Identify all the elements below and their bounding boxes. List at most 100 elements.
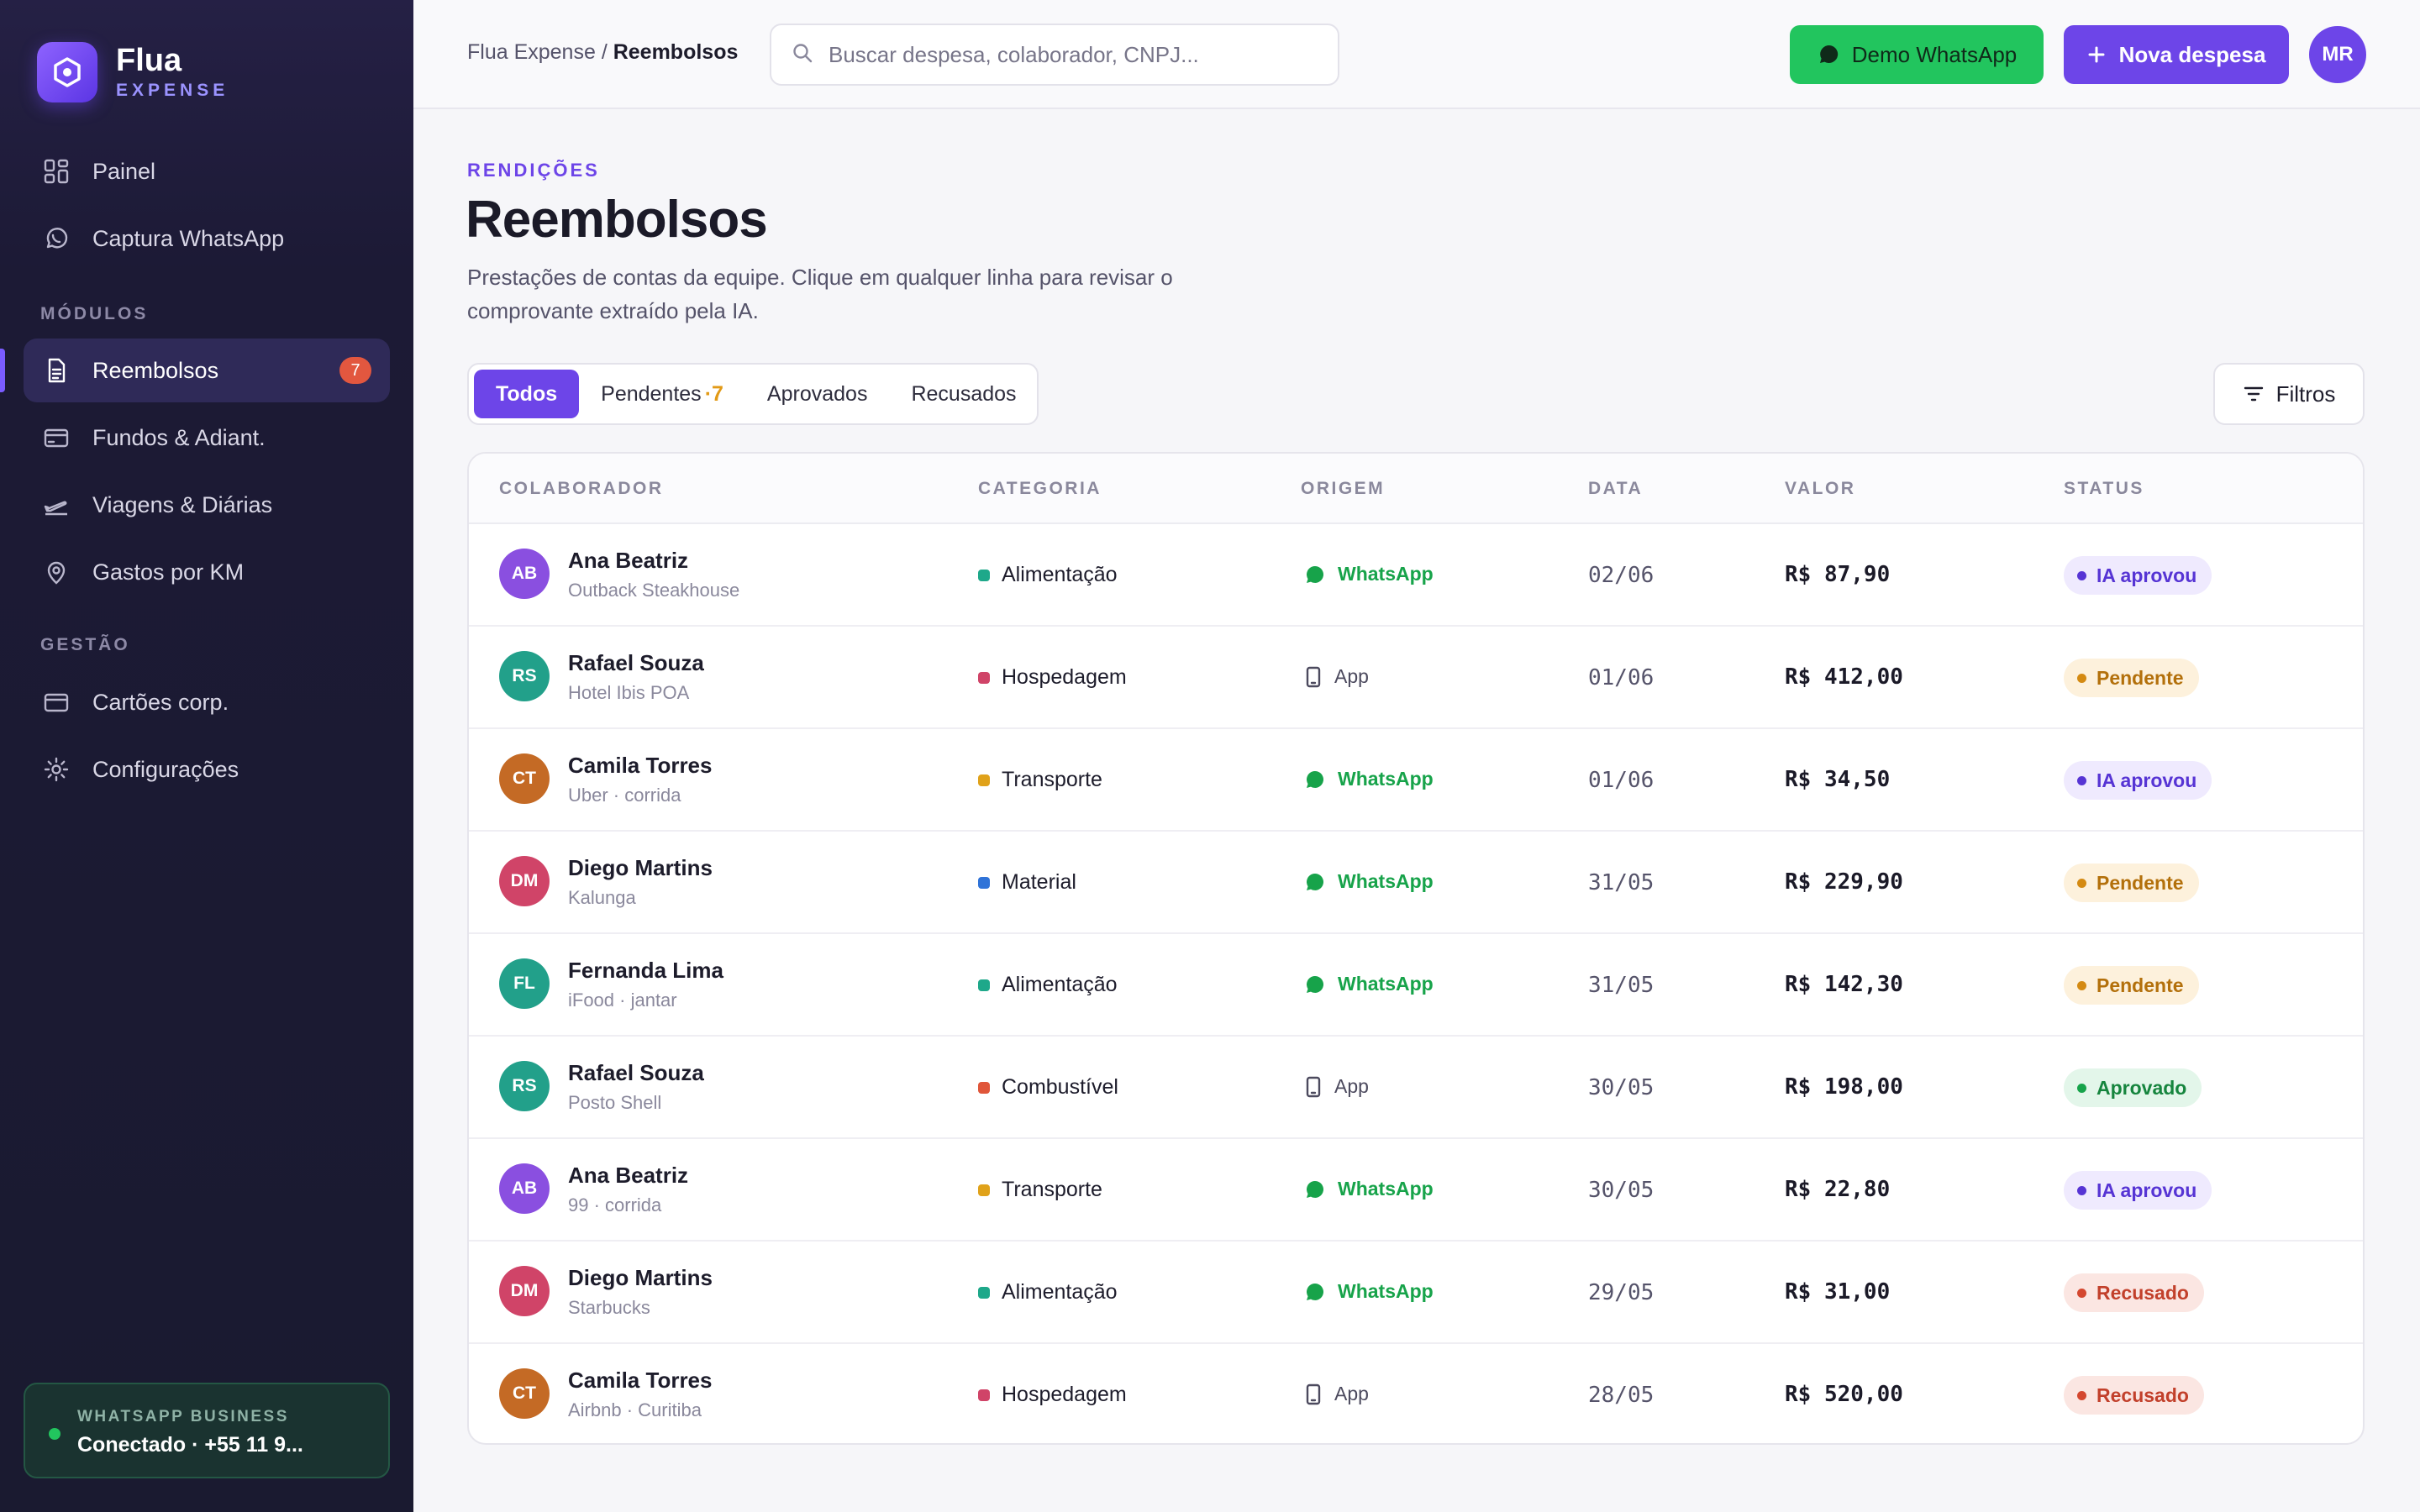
sidebar-item-reembolsos[interactable]: Reembolsos 7 [0,339,390,402]
whatsapp-icon [1304,769,1326,790]
user-avatar[interactable]: MR [2309,26,2366,83]
expense-value: R$ 229,90 [1785,869,1903,895]
demo-whatsapp-label: Demo WhatsApp [1851,41,2018,67]
employee-avatar: FL [499,958,550,1009]
status-tabs: Todos Pendentes ·7 Aprovados Recusados [467,363,1039,425]
tab-pendentes[interactable]: Pendentes ·7 [579,370,745,418]
breadcrumb-root[interactable]: Flua Expense [467,40,596,64]
employee-avatar: RS [499,651,550,701]
origin-label: WhatsApp [1338,973,1434,995]
table-row[interactable]: RS Rafael Souza Hotel Ibis POA Hospedagem Ap… [469,627,2363,729]
column-header[interactable]: ORIGEM [1301,479,1385,499]
origin-cell: WhatsApp [1304,973,1434,995]
column-header[interactable]: COLABORADOR [499,479,664,499]
origin-label: App [1334,665,1369,687]
whatsapp-icon [42,224,71,253]
tab-todos[interactable]: Todos [474,370,580,418]
tab-label: Todos [496,381,558,406]
brand[interactable]: Flua EXPENSE [37,42,229,102]
employee-name: Ana Beatriz [568,548,689,573]
category-label: Alimentação [1002,1280,1118,1304]
page-title: Reembolsos [466,191,768,249]
category-cell: Material [978,870,1076,895]
table-row[interactable]: CT Camila Torres Airbnb · Curitiba Hospedag… [469,1344,2363,1443]
table-row[interactable]: CT Camila Torres Uber · corrida Transporte W… [469,729,2363,832]
tab-aprovados[interactable]: Aprovados [745,370,890,418]
employee-name: Diego Martins [568,855,713,880]
employee-avatar: AB [499,549,550,599]
topbar: Flua Expense / Reembolsos Demo WhatsApp … [413,0,2420,109]
category-color-dot [978,1389,990,1401]
origin-label: WhatsApp [1338,1280,1434,1302]
sidebar-item-cartoes[interactable]: Cartões corp. [24,670,390,734]
table-row[interactable]: DM Diego Martins Starbucks Alimentação Whats… [469,1242,2363,1344]
category-cell: Alimentação [978,973,1118,997]
sidebar-item-label: Cartões corp. [92,689,229,715]
sidebar-item-captura-whatsapp[interactable]: Captura WhatsApp [24,207,390,270]
column-header[interactable]: CATEGORIA [978,479,1102,499]
tab-label: Pendentes [601,381,702,406]
status-badge: IA aprovou [2064,1171,2212,1210]
whatsapp-status-line: Conectado · +55 11 9... [77,1433,303,1457]
merchant-name: Kalunga [568,887,636,908]
search-input[interactable] [829,41,1316,68]
filters-button[interactable]: Filtros [2213,363,2365,425]
tab-recusados[interactable]: Recusados [889,370,1038,418]
demo-whatsapp-button[interactable]: Demo WhatsApp [1790,25,2044,84]
search-box[interactable] [770,24,1339,86]
table-row[interactable]: AB Ana Beatriz Outback Steakhouse Alimentaç… [469,524,2363,627]
category-color-dot [978,774,990,786]
origin-label: WhatsApp [1338,768,1434,790]
category-cell: Alimentação [978,1280,1118,1305]
page-eyebrow: RENDIÇÕES [467,160,600,181]
status-label: Recusado [2096,1383,2189,1406]
column-header[interactable]: DATA [1588,479,1643,499]
table-row[interactable]: DM Diego Martins Kalunga Material WhatsApp 31… [469,832,2363,934]
category-cell: Transporte [978,1178,1102,1202]
tab-label: Recusados [911,381,1017,406]
tab-label: Aprovados [766,381,868,406]
whatsapp-icon [1304,1179,1326,1200]
table-row[interactable]: FL Fernanda Lima iFood · jantar Alimentação… [469,934,2363,1037]
phone-icon [1304,1076,1323,1098]
status-label: Pendente [2096,871,2184,894]
expense-value: R$ 198,00 [1785,1074,1903,1100]
category-color-dot [978,1081,990,1094]
column-header[interactable]: VALOR [1785,479,1855,499]
category-color-dot [978,671,990,684]
origin-cell: App [1304,665,1369,688]
sidebar-item-fundos[interactable]: Fundos & Adiant. [24,406,390,470]
status-dot [2077,570,2086,580]
table-row[interactable]: RS Rafael Souza Posto Shell Combustível App 3… [469,1037,2363,1139]
status-badge: Pendente [2064,659,2199,697]
merchant-name: Hotel Ibis POA [568,682,690,703]
origin-cell: WhatsApp [1304,563,1434,585]
sidebar-item-gastos-km[interactable]: Gastos por KM [24,540,390,604]
table-row[interactable]: AB Ana Beatriz 99 · corrida Transporte Whats… [469,1139,2363,1242]
whatsapp-icon [1817,43,1840,66]
status-dot [2077,1390,2086,1400]
sidebar-item-configuracoes[interactable]: Configurações [24,738,390,801]
whatsapp-business-status[interactable]: WHATSAPP BUSINESS Conectado · +55 11 9..… [24,1383,390,1478]
category-cell: Alimentação [978,563,1118,587]
brand-name: Flua [116,43,182,78]
sidebar-item-viagens[interactable]: Viagens & Diárias [24,473,390,537]
expense-date: 01/06 [1588,768,1655,793]
status-dot [2077,775,2086,785]
category-label: Transporte [1002,1178,1102,1201]
origin-cell: WhatsApp [1304,1280,1434,1303]
new-expense-button[interactable]: Nova despesa [2064,25,2289,84]
expense-date: 01/06 [1588,665,1655,690]
status-badge: Recusado [2064,1376,2204,1415]
category-label: Material [1002,870,1076,894]
category-color-dot [978,569,990,581]
employee-avatar: DM [499,856,550,906]
status-label: IA aprovou [2096,1179,2197,1201]
category-cell: Hospedagem [978,1383,1127,1407]
column-header[interactable]: STATUS [2064,479,2144,499]
category-label: Alimentação [1002,973,1118,996]
sidebar-item-painel[interactable]: Painel [24,139,390,203]
hexagon-logo-icon [37,42,97,102]
status-dot [2077,878,2086,888]
expense-value: R$ 22,80 [1785,1177,1891,1202]
